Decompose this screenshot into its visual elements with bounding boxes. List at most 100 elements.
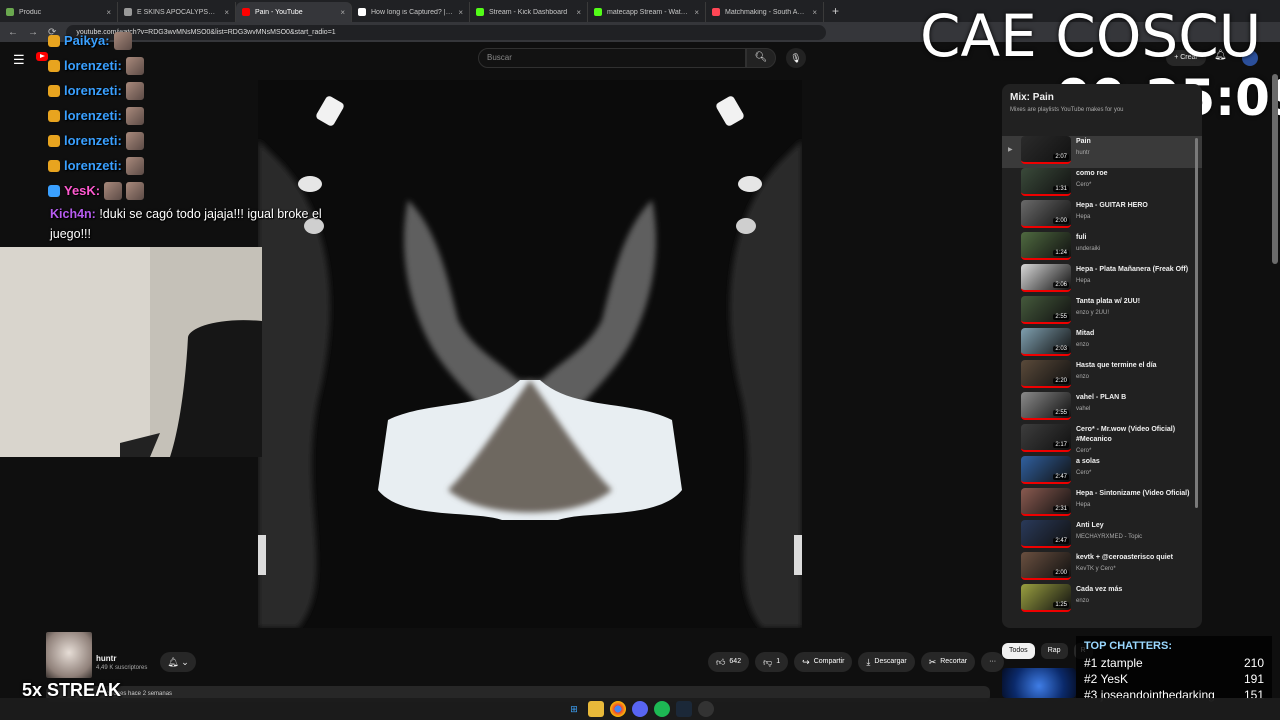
browser-tab[interactable]: Matchmaking - South America× [706,2,824,22]
video-title[interactable]: Anti Ley [1076,521,1200,531]
browser-tab-active[interactable]: Pain - YouTube × [236,2,352,22]
close-icon[interactable]: × [458,8,463,17]
video-title[interactable]: Hepa - Sintonizame (Video Oficial) [1076,489,1200,499]
page-scrollbar[interactable] [1272,74,1278,264]
microphone-icon[interactable]: 🎙︎ [786,48,806,68]
video-channel[interactable]: Hepa [1076,214,1200,220]
video-thumbnail[interactable]: 2:20 [1021,360,1071,388]
playlist-item[interactable]: 1:25 Cada vez más enzo [1002,584,1202,616]
hamburger-menu-icon[interactable]: ☰ [13,52,25,68]
video-thumbnail[interactable]: 2:07 [1021,136,1071,164]
video-thumbnail[interactable]: 1:24 [1021,232,1071,260]
video-player[interactable] [258,80,802,628]
dislike-button[interactable]: 👎︎ 1 [755,652,789,672]
close-icon[interactable]: × [106,8,111,17]
video-thumbnail[interactable]: 2:47 [1021,520,1071,548]
video-title[interactable]: Pain [1076,137,1200,147]
file-explorer-icon[interactable] [588,701,604,717]
video-thumbnail[interactable]: 2:55 [1021,296,1071,324]
video-title[interactable]: Cero* - Mr.wow (Video Oficial) #Mecanico [1076,425,1200,445]
search-input[interactable]: Buscar [478,48,746,68]
steam-icon[interactable] [676,701,692,717]
playlist-item[interactable]: 2:17 Cero* - Mr.wow (Video Oficial) #Meca… [1002,424,1202,456]
video-title[interactable]: vahel - PLAN B [1076,393,1200,403]
like-button[interactable]: 👍︎ 642 [708,652,750,672]
video-thumbnail[interactable]: 1:31 [1021,168,1071,196]
chrome-icon[interactable] [610,701,626,717]
playlist-item[interactable]: 2:06 Hepa - Plata Mañanera (Freak Off) Hep… [1002,264,1202,296]
playlist-item[interactable]: 2:03 Mitad enzo [1002,328,1202,360]
video-channel[interactable]: Hepa [1076,502,1200,508]
video-thumbnail[interactable]: 2:47 [1021,456,1071,484]
channel-name[interactable]: huntr [96,654,116,663]
video-thumbnail[interactable]: 2:55 [1021,392,1071,420]
youtube-logo-icon[interactable] [36,52,48,61]
video-title[interactable]: Tanta plata w/ 2UU! [1076,297,1200,307]
back-arrow-icon[interactable]: ← [8,27,18,38]
close-icon[interactable]: × [694,8,699,17]
discord-icon[interactable] [632,701,648,717]
video-thumbnail[interactable]: 2:17 [1021,424,1071,452]
playlist-item[interactable]: 2:00 kevtk + @ceroasterisco quiet KevTK y … [1002,552,1202,584]
video-title[interactable]: Cada vez más [1076,585,1200,595]
playlist-item[interactable]: 2:47 a solas Cero* [1002,456,1202,488]
playlist-scrollbar[interactable] [1195,138,1198,508]
browser-tab[interactable]: Stream - Kick Dashboard × [470,2,588,22]
video-channel[interactable]: huntr [1076,150,1200,156]
video-thumbnail[interactable]: 2:31 [1021,488,1071,516]
browser-tab[interactable]: How long is Captured? | Howl× [352,2,470,22]
video-channel[interactable]: vahel [1076,406,1200,412]
playlist-item[interactable]: 2:00 Hepa - GUITAR HERO Hepa [1002,200,1202,232]
video-title[interactable]: a solas [1076,457,1200,467]
clip-button[interactable]: ✂ Recortar [920,652,976,672]
video-thumbnail[interactable]: 1:25 [1021,584,1071,612]
video-channel[interactable]: KevTK y Cero* [1076,566,1200,572]
video-channel[interactable]: enzo y 2UU! [1076,310,1200,316]
close-icon[interactable]: × [812,8,817,17]
video-thumbnail[interactable]: 2:00 [1021,200,1071,228]
close-icon[interactable]: × [340,8,345,17]
playlist-item[interactable]: 2:55 Tanta plata w/ 2UU! enzo y 2UU! [1002,296,1202,328]
browser-tab[interactable]: matecapp Stream - Watch Live× [588,2,706,22]
chip-rap[interactable]: Rap [1040,643,1068,659]
search-icon[interactable]: 🔍︎ [746,48,776,68]
video-title[interactable]: Hasta que termine el día [1076,361,1200,371]
playlist-title[interactable]: Mix: Pain [1010,92,1194,103]
video-channel[interactable]: Cero* [1076,448,1200,454]
channel-avatar[interactable] [46,632,92,678]
video-thumbnail[interactable]: 2:03 [1021,328,1071,356]
video-channel[interactable]: underaiki [1076,246,1200,252]
video-channel[interactable]: MECHAYRXMED - Topic [1076,534,1200,540]
close-icon[interactable]: × [576,8,581,17]
video-channel[interactable]: Cero* [1076,470,1200,476]
playlist-item[interactable]: 1:31 como roe Cero* [1002,168,1202,200]
close-icon[interactable]: × [224,8,229,17]
playlist-item[interactable]: ▶ 2:07 Pain huntr [1002,136,1202,168]
video-title[interactable]: fuli [1076,233,1200,243]
video-channel[interactable]: enzo [1076,598,1200,604]
download-button[interactable]: ⤓ Descargar [858,652,915,672]
playlist-item[interactable]: 2:31 Hepa - Sintonizame (Video Oficial) He… [1002,488,1202,520]
video-channel[interactable]: enzo [1076,342,1200,348]
video-title[interactable]: como roe [1076,169,1200,179]
video-channel[interactable]: Cero* [1076,182,1200,188]
video-channel[interactable]: Hepa [1076,278,1200,284]
video-thumbnail[interactable]: 2:06 [1021,264,1071,292]
video-title[interactable]: Hepa - GUITAR HERO [1076,201,1200,211]
video-thumbnail[interactable]: 2:00 [1021,552,1071,580]
chip-todos[interactable]: Todos [1002,643,1035,659]
recommended-thumbnail[interactable] [1002,668,1076,698]
playlist-item[interactable]: 2:20 Hasta que termine el día enzo [1002,360,1202,392]
playlist-item[interactable]: 2:55 vahel - PLAN B vahel [1002,392,1202,424]
more-actions-button[interactable]: ··· [981,652,1005,672]
video-title[interactable]: kevtk + @ceroasterisco quiet [1076,553,1200,563]
video-title[interactable]: Hepa - Plata Mañanera (Freak Off) [1076,265,1200,275]
video-channel[interactable]: enzo [1076,374,1200,380]
forward-arrow-icon[interactable]: → [28,27,38,38]
browser-tab[interactable]: E SKINS APOCALYPSE ISN'T× [118,2,236,22]
new-tab-button[interactable]: + [824,4,839,18]
spotify-icon[interactable] [654,701,670,717]
share-button[interactable]: ↪ Compartir [794,652,853,672]
playlist-item[interactable]: 2:47 Anti Ley MECHAYRXMED - Topic [1002,520,1202,552]
subscribe-bell-button[interactable]: 🔔︎ ⌄ [160,652,196,672]
